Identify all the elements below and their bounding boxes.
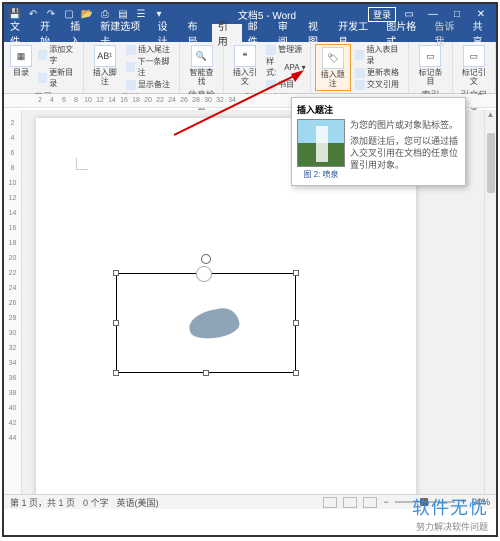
resize-handle[interactable] [293,320,299,326]
image-content [187,305,242,343]
update-toc-button[interactable]: 更新目录 [38,67,79,89]
group-captions: 🏷插入题注 插入表目录 更新表格 交叉引用 题注 [311,42,410,93]
manage-sources-button[interactable]: 管理源 [266,44,306,55]
insert-tof-button[interactable]: 插入表目录 [355,44,404,66]
selected-image[interactable] [116,273,296,373]
tab-custom[interactable]: 新建选项卡 [94,24,151,42]
preview-icon[interactable]: ▤ [116,7,130,21]
group-authorities: ▭标记引文 引文目录 [453,42,496,93]
scroll-up-icon[interactable]: ▲ [485,110,496,119]
insert-caption-button[interactable]: 🏷插入题注 [315,44,351,91]
tab-insert[interactable]: 插入 [64,24,94,42]
screentip-title: 插入题注 [297,103,460,116]
group-citations: ❝插入引文 管理源 样式: APA ▾ 书目 引文与书目 [224,42,311,93]
ribbon: ▦目录 添加文字 更新目录 目录 AB¹插入脚注 插入尾注 下一条脚注 显示备注… [4,42,496,94]
view-print-icon[interactable] [343,497,357,508]
tab-picture-format[interactable]: 图片格式 [380,24,428,42]
group-research: 🔍智能查找 信息检索 [180,42,223,93]
save-icon[interactable]: 💾 [8,7,22,21]
view-read-icon[interactable] [323,497,337,508]
undo-icon[interactable]: ↶ [26,7,40,21]
screentip: 插入题注 图 2: 喷泉 为您的图片或对象贴标签。 添加题注后，您可以通过插入交… [291,97,466,186]
insert-footnote-button[interactable]: AB¹插入脚注 [88,44,122,87]
tab-design[interactable]: 设计 [152,24,182,42]
scroll-thumb[interactable] [487,133,495,193]
resize-handle[interactable] [293,370,299,376]
insert-endnote-button[interactable]: 插入尾注 [126,44,175,55]
vertical-ruler[interactable]: 2468101214161820222426283032343638404244 [4,110,22,495]
mark-citation-button[interactable]: ▭标记引文 [457,44,491,87]
tab-mailings[interactable]: 邮件 [242,24,272,42]
citation-style-dropdown[interactable]: 样式: APA ▾ [266,56,306,78]
smart-lookup-button[interactable]: 🔍智能查找 [184,44,218,87]
layout-options-icon[interactable] [196,266,212,282]
watermark: 软件无忧 努力解决软件问题 [412,494,488,533]
status-words[interactable]: 0 个字 [83,496,109,509]
screentip-figure-label: 图 2: 喷泉 [297,169,345,180]
resize-handle[interactable] [293,270,299,276]
insert-citation-button[interactable]: ❝插入引文 [228,44,262,87]
tab-file[interactable]: 文件 [4,24,34,42]
tab-developer[interactable]: 开发工具 [332,24,380,42]
open-icon[interactable]: 📂 [80,7,94,21]
group-footnotes: AB¹插入脚注 插入尾注 下一条脚注 显示备注 脚注 [84,42,181,93]
bibliography-button[interactable]: 书目 [266,79,306,90]
tab-layout[interactable]: 布局 [182,24,212,42]
update-table-button[interactable]: 更新表格 [355,67,404,78]
next-footnote-button[interactable]: 下一条脚注 [126,56,175,78]
resize-handle[interactable] [113,270,119,276]
zoom-out-icon[interactable]: − [383,497,388,507]
redo-icon[interactable]: ↷ [44,7,58,21]
print-icon[interactable]: ⎙ [98,7,112,21]
margin-corner-icon [76,158,88,170]
view-web-icon[interactable] [363,497,377,508]
show-notes-button[interactable]: 显示备注 [126,79,175,90]
quick-access-toolbar: 💾 ↶ ↷ ▢ 📂 ⎙ ▤ ☰ ▾ [8,7,166,21]
tab-review[interactable]: 审阅 [272,24,302,42]
tab-home[interactable]: 开始 [34,24,64,42]
rotate-handle-icon[interactable] [201,254,211,264]
touch-icon[interactable]: ☰ [134,7,148,21]
collapse-ribbon-icon[interactable]: ⌃ [476,92,484,103]
group-toc: ▦目录 添加文字 更新目录 目录 [4,42,84,93]
ribbon-tabs: 文件 开始 插入 新建选项卡 设计 布局 引用 邮件 审阅 视图 开发工具 图片… [4,24,496,42]
tab-view[interactable]: 视图 [302,24,332,42]
tab-references[interactable]: 引用 [212,24,242,42]
group-index: ▭标记条目 索引 [409,42,452,93]
qat-more-icon[interactable]: ▾ [152,7,166,21]
cross-reference-button[interactable]: 交叉引用 [355,79,404,90]
add-text-button[interactable]: 添加文字 [38,44,79,66]
mark-entry-button[interactable]: ▭标记条目 [413,44,447,87]
status-page[interactable]: 第 1 页，共 1 页 [10,496,75,509]
resize-handle[interactable] [113,320,119,326]
vertical-scrollbar[interactable]: ▲ [484,110,496,495]
new-icon[interactable]: ▢ [62,7,76,21]
toc-button[interactable]: ▦目录 [8,44,34,78]
screentip-body: 为您的图片或对象贴标签。 添加题注后，您可以通过插入交叉引用在文档的任意位置引用… [350,119,460,180]
resize-handle[interactable] [113,370,119,376]
status-language[interactable]: 英语(美国) [117,496,159,509]
resize-handle[interactable] [203,370,209,376]
screentip-thumbnail [297,119,345,167]
